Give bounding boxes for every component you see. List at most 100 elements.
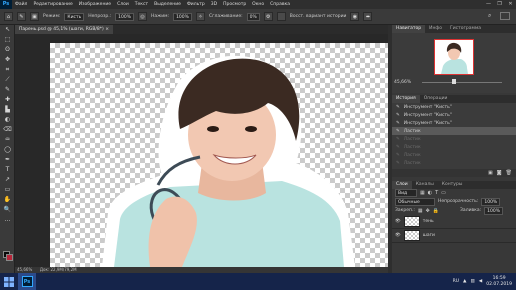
tool-icon[interactable]: ✥ [0, 55, 15, 65]
menu-item[interactable]: 3D [208, 0, 220, 9]
tab-histogram[interactable]: Гистограмма [446, 25, 485, 33]
tool-icon[interactable]: ⌗ [0, 65, 15, 75]
visibility-eye-icon[interactable]: 👁 [395, 219, 401, 224]
arrow-up-icon[interactable]: ▲ [463, 279, 466, 284]
restore-button[interactable]: ❐ [494, 0, 505, 9]
symmetry-icon[interactable]: ⬌ [363, 12, 373, 21]
smoothing-field[interactable]: 0% [246, 12, 260, 21]
airbrush-icon[interactable]: ✧ [195, 12, 205, 21]
network-icon[interactable]: ▥ [471, 279, 475, 284]
tool-icon[interactable]: ⬚ [0, 35, 15, 45]
navigator-preview[interactable] [434, 39, 474, 75]
blend-mode-select[interactable]: Обычные [395, 197, 435, 206]
canvas-area[interactable] [15, 34, 388, 267]
lock-pixels-icon[interactable]: ▦ [418, 208, 423, 214]
minimize-button[interactable]: — [483, 0, 494, 9]
zoom-readout[interactable]: 45,66% [17, 267, 32, 272]
search-icon[interactable]: ⌕ [488, 12, 491, 20]
tool-icon[interactable]: ▭ [0, 185, 15, 195]
history-item[interactable]: ✎ Инструмент "Кисть" [392, 119, 516, 127]
tool-icon[interactable]: ʘ [0, 45, 15, 55]
menu-item[interactable]: Фильтр [184, 0, 208, 9]
tool-icon[interactable]: ✋ [0, 195, 15, 205]
history-item[interactable]: ✎ Инструмент "Кисть" [392, 103, 516, 111]
tool-icon[interactable]: ↗ [0, 175, 15, 185]
menu-item[interactable]: Изображение [76, 0, 114, 9]
tool-icon[interactable]: ⌫ [0, 125, 15, 135]
layer-name[interactable]: тень [423, 219, 434, 224]
layer-filter-select[interactable]: Вид [395, 189, 417, 197]
visibility-eye-icon[interactable]: 👁 [395, 233, 401, 238]
camera-icon[interactable]: ◙ [497, 169, 502, 177]
tool-icon[interactable]: ✒ [0, 155, 15, 165]
filter-pixel-icon[interactable]: ▦ [420, 190, 425, 196]
layer-row[interactable]: 👁 шаги [392, 229, 516, 243]
tool-icon[interactable]: ◯ [0, 145, 15, 155]
tool-icon[interactable]: ✎ [0, 85, 15, 95]
navigator-zoom-slider[interactable] [422, 82, 502, 83]
history-item[interactable]: ✎ Инструмент "Кисть" [392, 111, 516, 119]
tab-navigator[interactable]: Навигатор [392, 25, 426, 33]
navigator-slider-handle[interactable] [452, 79, 456, 84]
history-item[interactable]: ✎ Ластик [392, 135, 516, 143]
gear-icon[interactable]: ⚙ [263, 12, 273, 21]
fill-field[interactable]: 100% [484, 206, 504, 215]
home-icon[interactable]: ⌂ [4, 12, 13, 21]
flow-field[interactable]: 100% [173, 12, 192, 21]
history-item[interactable]: ✎ Ластик [392, 151, 516, 159]
tool-icon[interactable]: ♒ [0, 135, 15, 145]
menu-item[interactable]: Просмотр [220, 0, 249, 9]
windows-start-button[interactable] [0, 273, 18, 290]
lock-all-icon[interactable]: 🔒 [433, 208, 439, 214]
document-canvas[interactable] [50, 43, 388, 267]
lock-move-icon[interactable]: ✥ [426, 208, 430, 214]
tool-icon[interactable]: ↖ [0, 25, 15, 35]
layer-row[interactable]: 👁 тень [392, 215, 516, 229]
tab-paths[interactable]: Контуры [438, 181, 467, 189]
tool-icon[interactable]: ◐ [0, 115, 15, 125]
document-tab[interactable]: Парень.psd @ 45,1% (шаги, RGB/8*) × [15, 25, 114, 34]
menu-item[interactable]: Редактирование [30, 0, 75, 9]
tool-icon[interactable]: ✚ [0, 95, 15, 105]
navigator-zoom[interactable]: 45,66% [394, 80, 411, 85]
background-color-swatch[interactable] [6, 254, 13, 261]
tool-icon[interactable]: 🔍 [0, 205, 15, 215]
snapshot-icon[interactable]: ▣ [488, 169, 493, 177]
language-indicator[interactable]: RU [453, 279, 459, 284]
layer-name[interactable]: шаги [423, 233, 435, 238]
menu-item[interactable]: Слои [114, 0, 132, 9]
trash-icon[interactable]: 🗑 [506, 169, 512, 177]
tab-actions[interactable]: Операции [420, 95, 452, 103]
menu-item[interactable]: Справка [267, 0, 293, 9]
pressure-size-icon[interactable]: ◉ [350, 12, 360, 21]
clock[interactable]: 16:59 02.07.2019 [486, 276, 512, 288]
brush-panel-icon[interactable]: ▣ [30, 12, 39, 21]
layer-opacity-field[interactable]: 100% [481, 197, 501, 206]
menu-item[interactable]: Выделение [151, 0, 184, 9]
brush-preset-icon[interactable]: ✎ [17, 12, 26, 21]
history-item[interactable]: ✎ Ластик [392, 127, 516, 135]
menu-item[interactable]: Окно [249, 0, 267, 9]
filter-adjust-icon[interactable]: ◐ [428, 190, 432, 196]
menu-item[interactable]: Текст [132, 0, 151, 9]
history-item[interactable]: ✎ Ластик [392, 143, 516, 151]
tool-icon[interactable]: T [0, 165, 15, 175]
filter-shape-icon[interactable]: ▭ [441, 190, 446, 196]
history-item[interactable]: ✎ Ластик [392, 159, 516, 167]
tab-history[interactable]: История [392, 95, 420, 103]
tool-icon[interactable]: … [0, 215, 15, 225]
volume-icon[interactable]: ◀ [479, 279, 482, 284]
tab-layers[interactable]: Слои [392, 181, 412, 189]
tab-channels[interactable]: Каналы [412, 181, 438, 189]
tab-info[interactable]: Инфо [425, 25, 446, 33]
close-button[interactable]: ✕ [505, 0, 516, 9]
filter-text-icon[interactable]: T [435, 190, 438, 196]
erase-to-history-checkbox[interactable] [276, 12, 286, 21]
mode-select[interactable]: Кисть [64, 12, 85, 21]
opacity-field[interactable]: 100% [115, 12, 135, 21]
taskbar-photoshop[interactable]: Ps [18, 273, 36, 290]
pressure-opacity-icon[interactable]: ◎ [138, 12, 148, 21]
workspace-icon[interactable] [500, 12, 510, 20]
tool-icon[interactable]: ⟋ [0, 75, 15, 85]
menu-item[interactable]: Файл [12, 0, 30, 9]
